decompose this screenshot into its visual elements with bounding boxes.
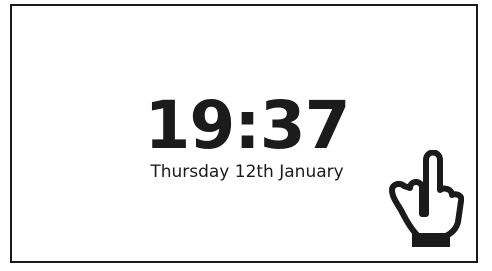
clock-time: 19:37 — [144, 87, 350, 164]
pointing-hand-icon — [389, 150, 464, 247]
clock-date: Thursday 12th January — [150, 162, 344, 182]
